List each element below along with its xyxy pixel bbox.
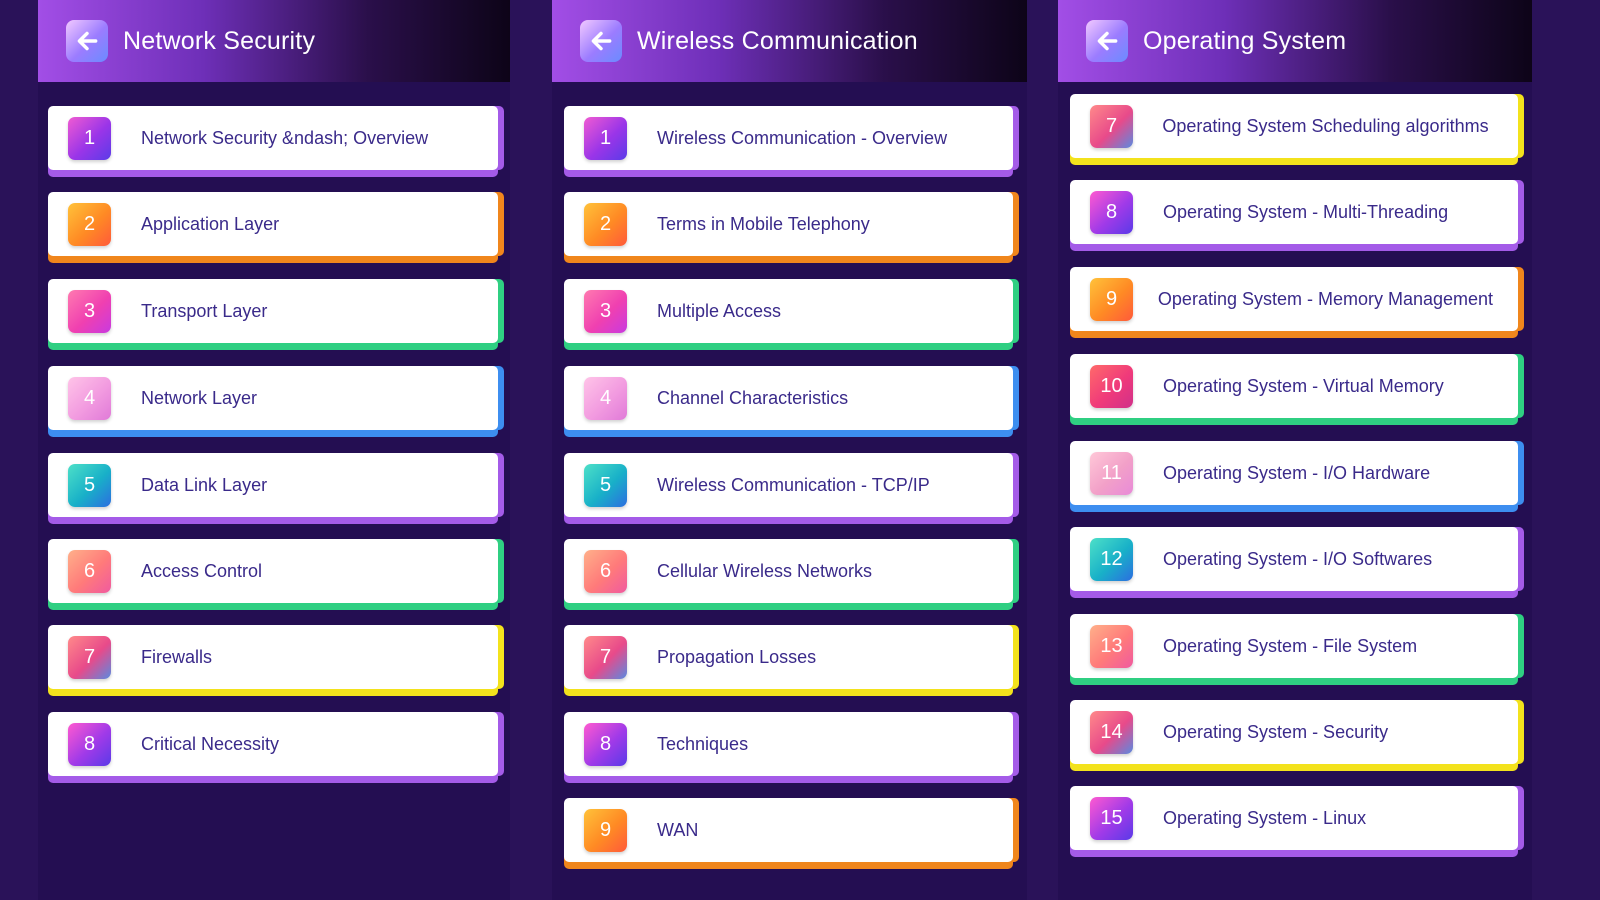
item-label: Application Layer (141, 213, 280, 234)
item-label: Wireless Communication - TCP/IP (657, 474, 930, 495)
list-item[interactable]: 2 Terms in Mobile Telephony (564, 192, 1013, 256)
screen-wireless-communication: Wireless Communication 1 Wireless Commun… (552, 0, 1027, 900)
item-number: 14 (1090, 710, 1133, 754)
item-label: Operating System - Memory Management (1157, 288, 1494, 309)
item-number: 6 (584, 549, 627, 593)
screen-title: Network Security (123, 26, 316, 55)
item-number: 1 (584, 116, 627, 160)
arrow-left-icon (591, 31, 612, 51)
item-number: 7 (68, 635, 111, 679)
item-number: 8 (1090, 190, 1133, 234)
list-item[interactable]: 1 Wireless Communication - Overview (564, 106, 1013, 170)
list-item[interactable]: 3 Multiple Access (564, 279, 1013, 343)
back-button[interactable] (1086, 20, 1128, 62)
item-number: 13 (1090, 624, 1133, 668)
item-number: 8 (68, 722, 111, 766)
item-number: 15 (1090, 796, 1133, 840)
item-number: 4 (584, 376, 627, 420)
list-item[interactable]: 6 Cellular Wireless Networks (564, 539, 1013, 603)
list-item[interactable]: 10 Operating System - Virtual Memory (1070, 354, 1518, 418)
list-item[interactable]: 1 Network Security &ndash; Overview (48, 106, 498, 170)
list-item[interactable]: 5 Data Link Layer (48, 453, 498, 517)
screen-title: Operating System (1143, 26, 1347, 55)
item-label: Operating System - Security (1163, 721, 1389, 742)
list-item[interactable]: 7 Firewalls (48, 625, 498, 689)
list-item[interactable]: 8 Critical Necessity (48, 712, 498, 776)
item-number: 6 (68, 549, 111, 593)
item-label: Transport Layer (141, 300, 268, 321)
item-label: Propagation Losses (657, 646, 817, 667)
item-label: Firewalls (141, 646, 213, 667)
list-item[interactable]: 5 Wireless Communication - TCP/IP (564, 453, 1013, 517)
item-label: Operating System Scheduling algorithms (1162, 115, 1489, 136)
list-item[interactable]: 13 Operating System - File System (1070, 614, 1518, 678)
item-label: Techniques (657, 733, 749, 754)
screen-network-security: Network Security 1 Network Security &nda… (38, 0, 510, 900)
screen-operating-system: Operating System 7 Operating System Sche… (1058, 0, 1532, 900)
item-label: Wireless Communication - Overview (657, 127, 948, 148)
item-label: Operating System - Virtual Memory (1163, 375, 1444, 396)
list-item[interactable]: 9 Operating System - Memory Management (1070, 267, 1518, 331)
screen-header: Network Security (38, 0, 510, 82)
list-item[interactable]: 9 WAN (564, 798, 1013, 862)
list-item[interactable]: 8 Techniques (564, 712, 1013, 776)
list-item[interactable]: 11 Operating System - I/O Hardware (1070, 441, 1518, 505)
back-button[interactable] (580, 20, 622, 62)
item-number: 10 (1090, 364, 1133, 408)
item-number: 2 (68, 202, 111, 246)
item-label: Operating System - Multi-Threading (1163, 201, 1449, 222)
item-label: Access Control (141, 560, 263, 581)
item-number: 8 (584, 722, 627, 766)
arrow-left-icon (77, 31, 98, 51)
item-label: Multiple Access (657, 300, 782, 321)
item-label: Critical Necessity (141, 733, 280, 754)
item-number: 9 (584, 808, 627, 852)
item-number: 7 (1090, 104, 1133, 148)
item-number: 12 (1090, 537, 1133, 581)
item-number: 11 (1090, 451, 1133, 495)
list-item[interactable]: 4 Network Layer (48, 366, 498, 430)
screen-header: Wireless Communication (552, 0, 1027, 82)
item-number: 9 (1090, 277, 1133, 321)
item-number: 3 (68, 289, 111, 333)
item-label: Data Link Layer (141, 474, 268, 495)
item-number: 4 (68, 376, 111, 420)
list-item[interactable]: 7 Propagation Losses (564, 625, 1013, 689)
arrow-left-icon (1097, 31, 1118, 51)
item-number: 7 (584, 635, 627, 679)
list-item[interactable]: 12 Operating System - I/O Softwares (1070, 527, 1518, 591)
item-label: Operating System - File System (1163, 635, 1418, 656)
list-item[interactable]: 6 Access Control (48, 539, 498, 603)
list-item[interactable]: 7 Operating System Scheduling algorithms (1070, 94, 1518, 158)
list-item[interactable]: 8 Operating System - Multi-Threading (1070, 180, 1518, 244)
item-number: 1 (68, 116, 111, 160)
item-number: 2 (584, 202, 627, 246)
item-number: 5 (68, 463, 111, 507)
screen-title: Wireless Communication (637, 26, 918, 55)
item-number: 5 (584, 463, 627, 507)
list-item[interactable]: 4 Channel Characteristics (564, 366, 1013, 430)
item-label: Network Security &ndash; Overview (141, 127, 429, 148)
screen-header: Operating System (1058, 0, 1532, 82)
list-item[interactable]: 2 Application Layer (48, 192, 498, 256)
item-label: Channel Characteristics (657, 387, 849, 408)
back-button[interactable] (66, 20, 108, 62)
item-label: Terms in Mobile Telephony (657, 213, 870, 234)
item-label: Operating System - Linux (1163, 807, 1367, 828)
app-store-screenshots: Network Security 1 Network Security &nda… (0, 0, 1600, 900)
item-label: Operating System - I/O Hardware (1163, 462, 1431, 483)
list-item[interactable]: 15 Operating System - Linux (1070, 786, 1518, 850)
item-label: Operating System - I/O Softwares (1163, 548, 1433, 569)
item-label: Network Layer (141, 387, 258, 408)
list-item[interactable]: 14 Operating System - Security (1070, 700, 1518, 764)
item-number: 3 (584, 289, 627, 333)
list-item[interactable]: 3 Transport Layer (48, 279, 498, 343)
item-label: WAN (657, 819, 699, 840)
item-label: Cellular Wireless Networks (657, 560, 873, 581)
